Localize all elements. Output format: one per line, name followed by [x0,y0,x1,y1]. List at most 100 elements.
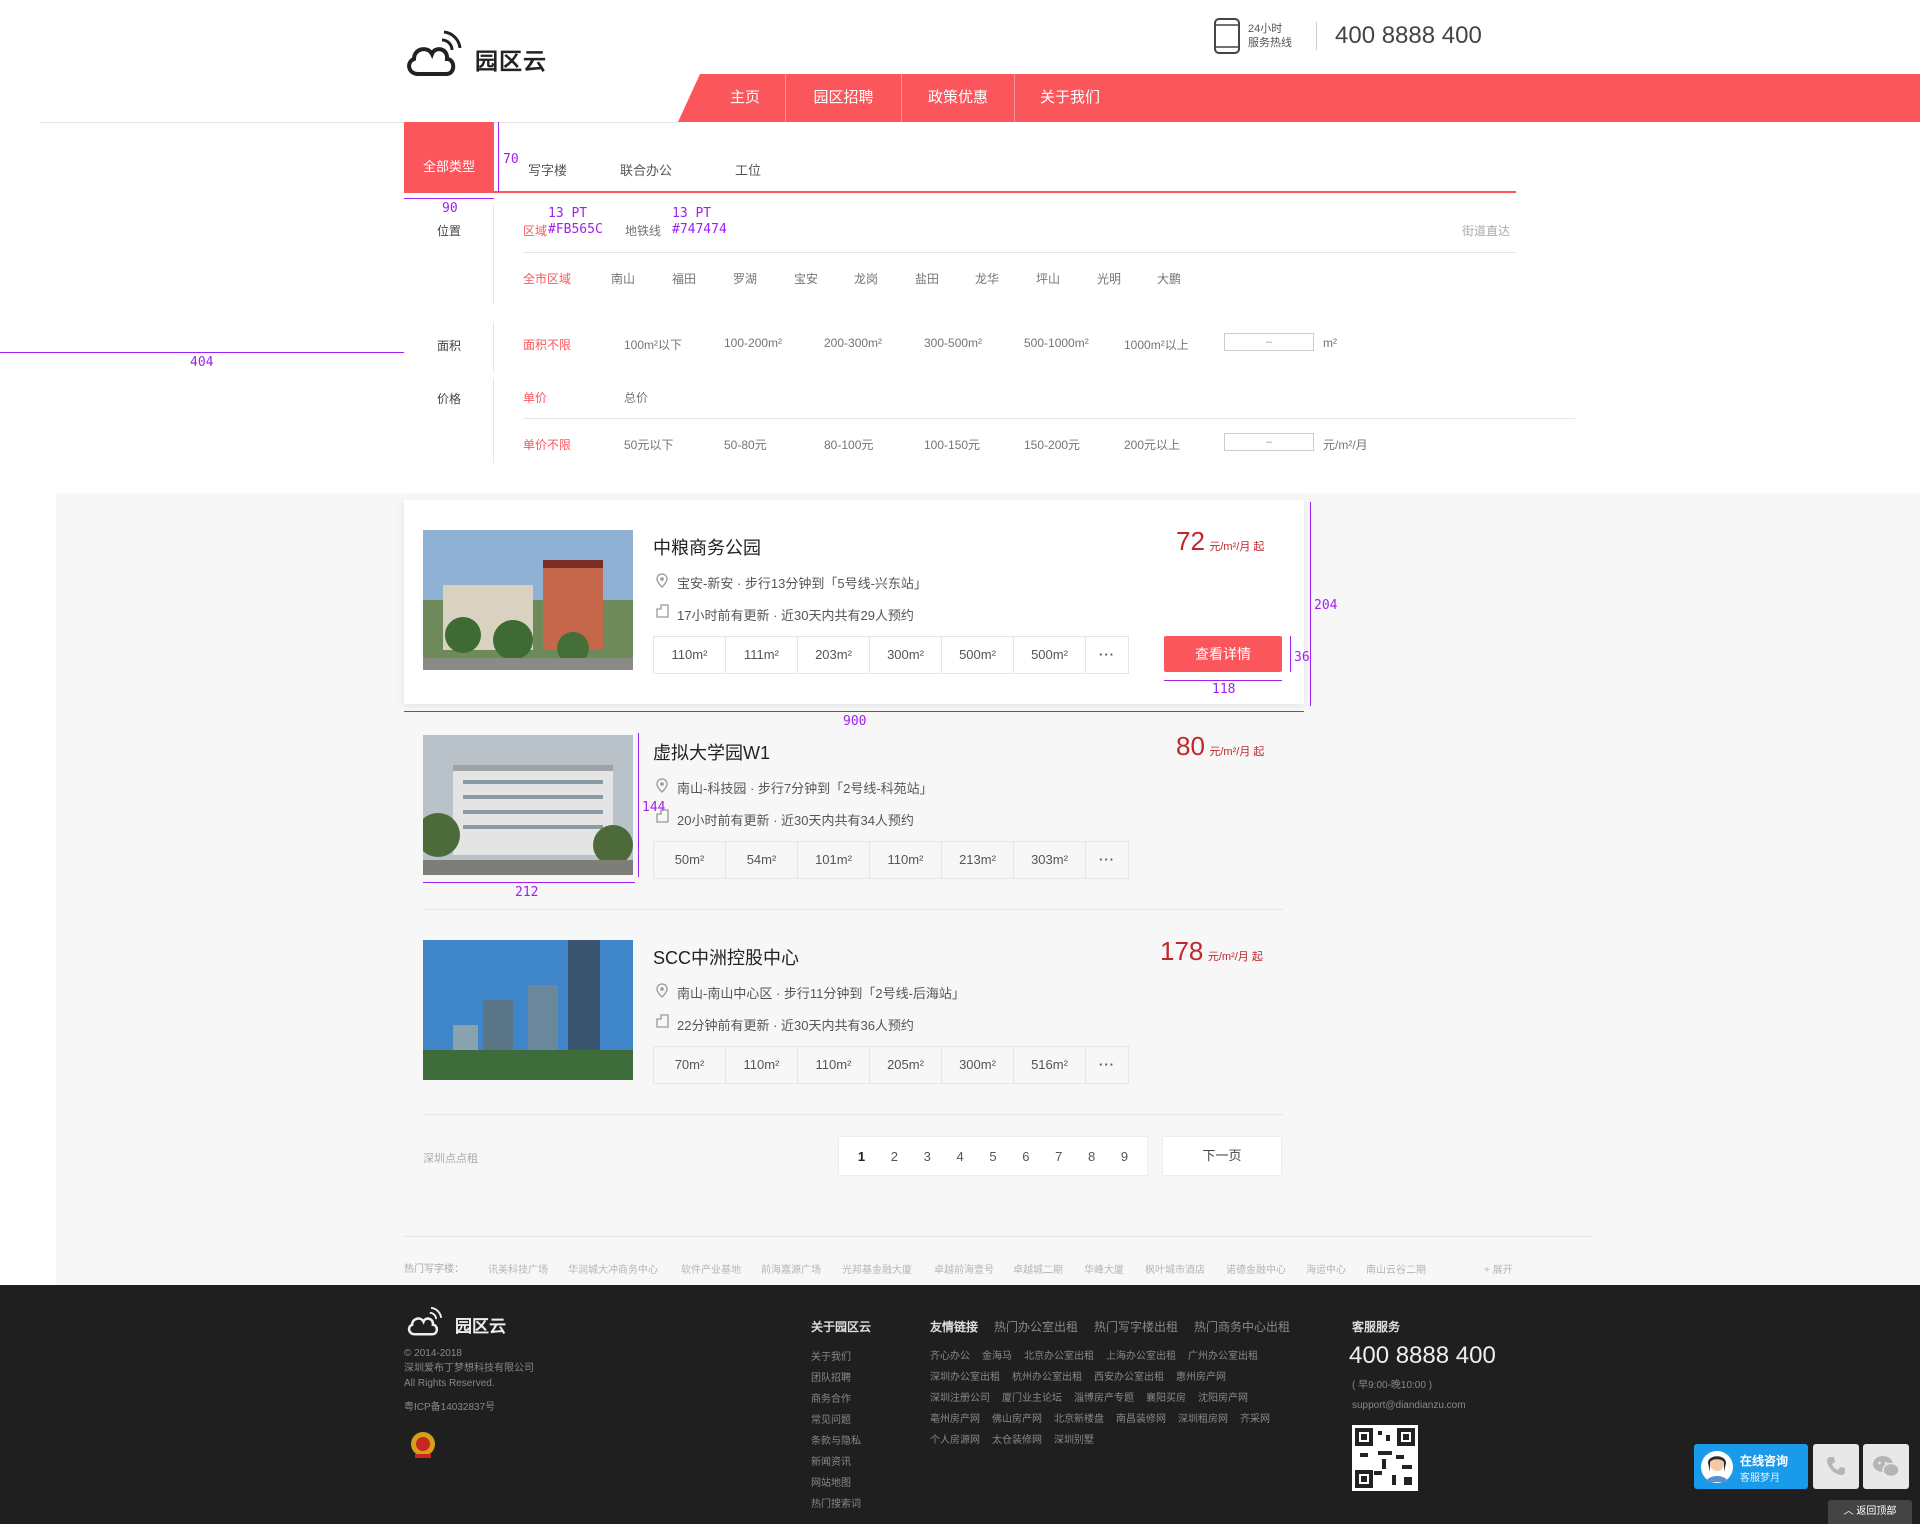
view-details-button[interactable]: 查看详情 [1164,636,1282,672]
hot-building-link[interactable]: 软件产业基地 [681,1261,741,1276]
size-chip[interactable]: 213m² [942,842,1014,878]
icp-number[interactable]: 粤ICP备14032837号 [404,1400,495,1415]
phone-button[interactable] [1813,1444,1859,1489]
filter-area-option[interactable]: 200-300m² [824,336,882,350]
size-chip[interactable]: 110m² [798,1047,870,1083]
size-chip[interactable]: 500m² [1014,637,1086,673]
friend-link[interactable]: 沈阳房产网 [1198,1389,1248,1404]
footer-link[interactable]: 关于我们 [811,1347,861,1368]
friend-link[interactable]: 广州办公室出租 [1188,1347,1258,1362]
filter-district-option[interactable]: 坪山 [1036,270,1060,287]
footer-link[interactable]: 网站地图 [811,1473,861,1494]
hot-building-link[interactable]: 前海嘉源广场 [761,1261,821,1276]
online-consult-button[interactable]: 在线咨询 客服梦月 [1694,1444,1808,1489]
hot-building-link[interactable]: 海运中心 [1306,1261,1346,1276]
listing-title[interactable]: 中粮商务公园 [653,534,761,560]
hot-building-link[interactable]: 光邦基金融大厦 [842,1261,912,1276]
filter-price-all[interactable]: 单价不限 [523,436,571,453]
friend-link[interactable]: 杭州办公室出租 [1012,1368,1082,1383]
footer-link[interactable]: 团队招聘 [811,1368,861,1389]
tab-office[interactable]: 写字楼 [528,160,567,179]
friend-link[interactable]: 南昌装修网 [1116,1410,1166,1425]
filter-district-option[interactable]: 龙岗 [854,270,878,287]
friend-link[interactable]: 淄博房产专题 [1074,1389,1134,1404]
size-chip[interactable]: 110m² [870,842,942,878]
listing-title[interactable]: 虚拟大学园W1 [653,739,770,765]
size-chip[interactable]: 50m² [654,842,726,878]
filter-area-option[interactable]: 300-500m² [924,336,982,350]
size-chip[interactable]: 500m² [942,637,1014,673]
filter-area-all[interactable]: 面积不限 [523,336,571,353]
size-chip[interactable]: 203m² [798,637,870,673]
filter-area-option[interactable]: 1000m²以上 [1124,336,1189,353]
friend-link[interactable]: 个人房源网 [930,1431,980,1446]
page-number[interactable]: 4 [956,1149,963,1164]
friend-link[interactable]: 深圳办公室出租 [930,1368,1000,1383]
more-sizes-button[interactable]: ··· [1086,1047,1128,1083]
filter-mode-unit-price[interactable]: 单价 [523,389,547,406]
page-number[interactable]: 1 [858,1149,865,1164]
page-number[interactable]: 3 [924,1149,931,1164]
page-number[interactable]: 9 [1121,1149,1128,1164]
hot-building-link[interactable]: 讯美科技广场 [488,1261,548,1276]
filter-mode-metro[interactable]: 地铁线 [625,222,661,239]
size-chip[interactable]: 70m² [654,1047,726,1083]
more-sizes-button[interactable]: ··· [1086,842,1128,878]
nav-about[interactable]: 关于我们 [1015,74,1125,122]
hot-building-link[interactable]: 卓越城二期 [1013,1261,1063,1276]
size-chip[interactable]: 516m² [1014,1047,1086,1083]
size-chip[interactable]: 101m² [798,842,870,878]
friend-link[interactable]: 金海马 [982,1347,1012,1362]
footer-link[interactable]: 商务合作 [811,1389,861,1410]
filter-area-option[interactable]: 100-200m² [724,336,782,350]
filter-price-option[interactable]: 200元以上 [1124,436,1180,453]
next-page-button[interactable]: 下一页 [1162,1136,1282,1176]
price-range-input[interactable]: – [1224,433,1314,451]
tab-coworking[interactable]: 联合办公 [620,160,672,179]
more-sizes-button[interactable]: ··· [1086,637,1128,673]
filter-price-option[interactable]: 100-150元 [924,436,980,453]
hot-building-link[interactable]: 诺德金融中心 [1226,1261,1286,1276]
filter-price-option[interactable]: 50元以下 [624,436,673,453]
friend-link[interactable]: 西安办公室出租 [1094,1368,1164,1383]
tab-workstation[interactable]: 工位 [735,160,761,179]
friend-link[interactable]: 上海办公室出租 [1106,1347,1176,1362]
friend-tab[interactable]: 热门写字楼出租 [1094,1318,1178,1335]
hot-building-link[interactable]: 卓越前海壹号 [934,1261,994,1276]
friend-link[interactable]: 佛山房产网 [992,1410,1042,1425]
friend-link[interactable]: 北京新楼盘 [1054,1410,1104,1425]
filter-district-option[interactable]: 龙华 [975,270,999,287]
filter-district-option[interactable]: 宝安 [794,270,818,287]
friend-link[interactable]: 深圳租房网 [1178,1410,1228,1425]
hot-building-link[interactable]: 枫叶城市酒店 [1145,1261,1205,1276]
friend-link[interactable]: 太仓装修网 [992,1431,1042,1446]
friend-link[interactable]: 惠州房产网 [1176,1368,1226,1383]
page-number[interactable]: 5 [989,1149,996,1164]
filter-mode-district[interactable]: 区域 [523,222,547,239]
hot-building-link[interactable]: 华峰大厦 [1084,1261,1124,1276]
listing-title[interactable]: SCC中洲控股中心 [653,944,799,970]
friend-link[interactable]: 深圳别墅 [1054,1431,1094,1446]
size-chip[interactable]: 300m² [942,1047,1014,1083]
street-direct-link[interactable]: 街道直达 [1462,222,1510,239]
filter-district-option[interactable]: 大鹏 [1157,270,1181,287]
friend-link[interactable]: 北京办公室出租 [1024,1347,1094,1362]
filter-area-option[interactable]: 100m²以下 [624,336,682,353]
page-number[interactable]: 2 [891,1149,898,1164]
page-number[interactable]: 8 [1088,1149,1095,1164]
size-chip[interactable]: 110m² [654,637,726,673]
back-to-top-button[interactable]: ︿ 返回顶部 [1828,1500,1912,1524]
filter-district-option[interactable]: 盐田 [915,270,939,287]
friend-link[interactable]: 襄阳买房 [1146,1389,1186,1404]
size-chip[interactable]: 111m² [726,637,798,673]
filter-district-option[interactable]: 南山 [611,270,635,287]
footer-link[interactable]: 常见问题 [811,1410,861,1431]
wechat-button[interactable] [1863,1444,1909,1489]
filter-price-option[interactable]: 150-200元 [1024,436,1080,453]
listing-image[interactable] [423,940,633,1080]
size-chip[interactable]: 205m² [870,1047,942,1083]
size-chip[interactable]: 54m² [726,842,798,878]
filter-district-option[interactable]: 罗湖 [733,270,757,287]
filter-district-option[interactable]: 光明 [1097,270,1121,287]
listing-image[interactable] [423,735,633,875]
